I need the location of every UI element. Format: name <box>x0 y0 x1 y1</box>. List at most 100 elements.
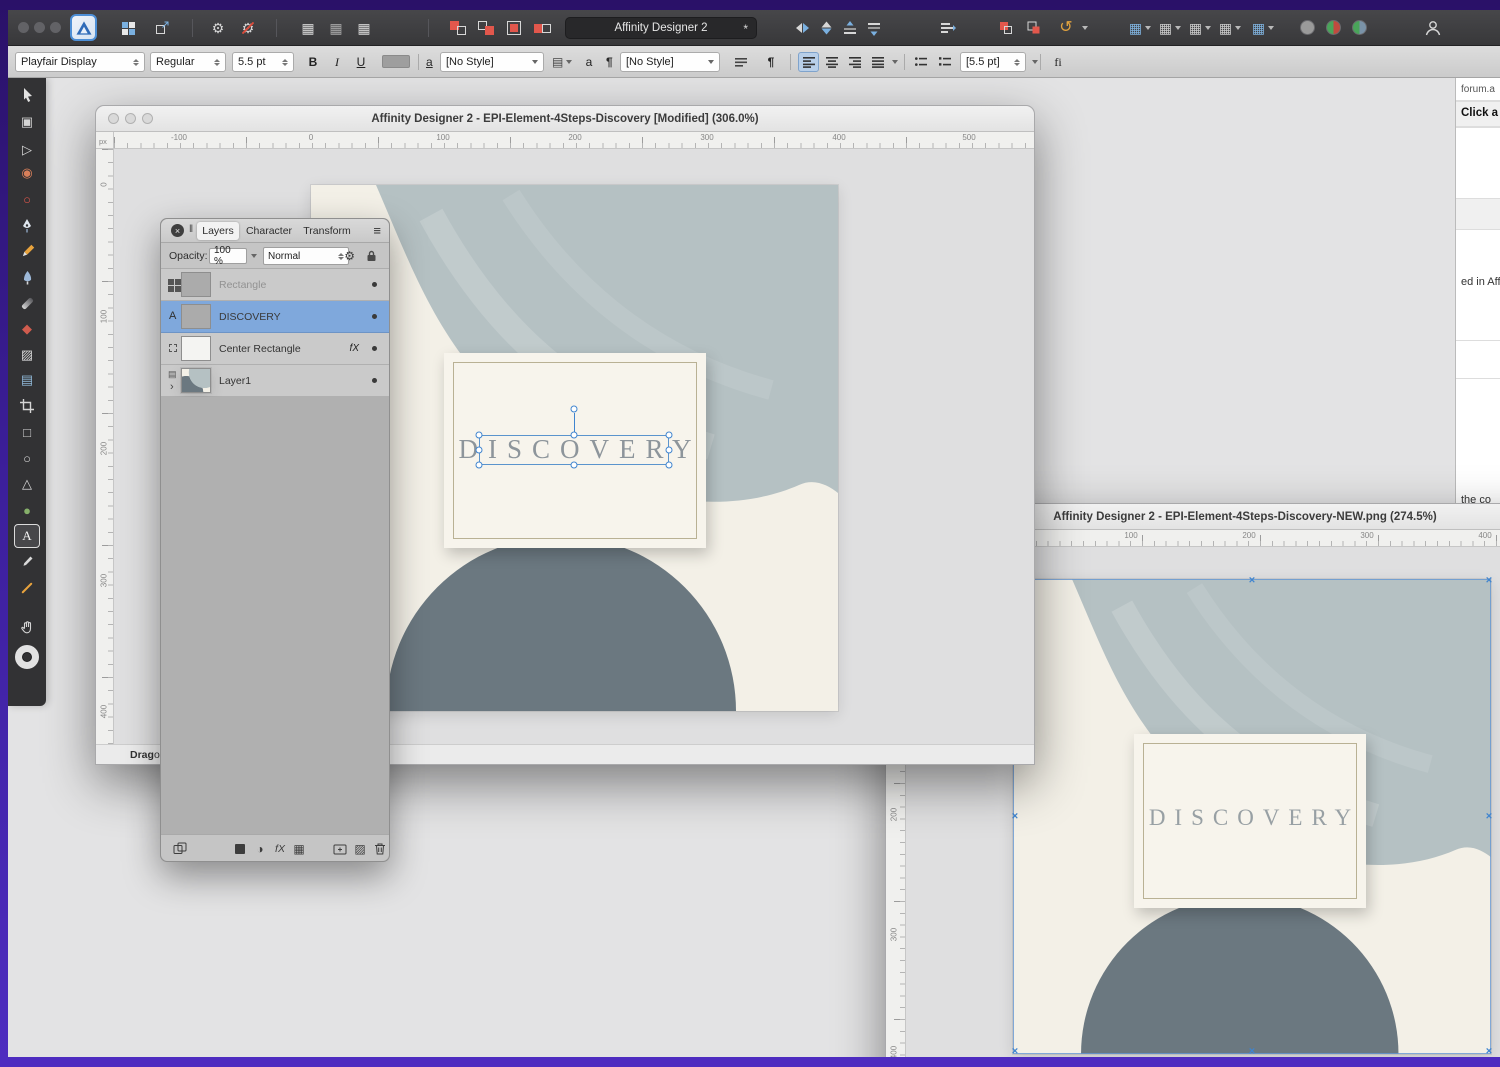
selection-handle[interactable] <box>571 462 578 469</box>
snap-option-icon-3[interactable]: ▦ <box>1215 17 1245 39</box>
selection-handle[interactable] <box>476 432 483 439</box>
insert-behind-icon[interactable] <box>446 17 470 39</box>
window-minimize-button[interactable] <box>125 113 136 124</box>
selection-handle[interactable] <box>476 447 483 454</box>
text-color-swatch[interactable] <box>382 55 410 68</box>
custom-shape-tool[interactable]: ● <box>14 498 40 522</box>
affinity-designer-app-icon[interactable] <box>70 14 97 41</box>
layer-name[interactable]: Layer1 <box>219 365 251 397</box>
layer-name[interactable]: Center Rectangle <box>219 333 301 365</box>
snapping-options-gear-icon[interactable]: ⚙ <box>236 17 260 39</box>
bold-button[interactable]: B <box>302 52 324 72</box>
layer-row-rectangle[interactable]: Rectangle <box>161 269 389 301</box>
layer-settings-gear-icon[interactable]: ⚙ <box>344 249 355 263</box>
font-style-select[interactable]: Regular <box>150 52 226 72</box>
ellipse-tool[interactable]: ○ <box>14 446 40 470</box>
move-backward-icon[interactable] <box>862 17 886 39</box>
point-transform-tool[interactable]: ◉ <box>14 161 40 185</box>
color-profile-gray-icon[interactable] <box>1300 20 1315 35</box>
color-wheel[interactable] <box>14 643 40 671</box>
justify-options-caret-icon[interactable] <box>892 60 898 64</box>
selection-handle[interactable] <box>666 432 673 439</box>
layer-row-discovery[interactable]: A DISCOVERY <box>161 301 389 333</box>
artistic-text-tool[interactable]: A <box>14 524 40 548</box>
text-selection-box[interactable] <box>479 435 669 465</box>
rotate-grid-icon[interactable]: ▦ <box>352 17 376 39</box>
tab-character[interactable]: Character <box>241 222 297 240</box>
vector-crop-tool[interactable] <box>14 394 40 418</box>
layer-thumbnail[interactable] <box>181 304 211 329</box>
align-center-button[interactable] <box>821 52 842 72</box>
preferences-gear-icon[interactable]: ⚙ <box>206 17 230 39</box>
layer-visibility-dot[interactable] <box>372 346 377 351</box>
mask-layer-button[interactable]: ▨ <box>351 840 369 857</box>
font-size-input[interactable]: 5.5 pt <box>232 52 294 72</box>
transparency-tool[interactable]: ▨ <box>14 343 40 367</box>
numbered-list-button[interactable] <box>934 52 956 72</box>
triangle-tool[interactable]: △ <box>14 472 40 496</box>
browser-link-fragment[interactable]: Click a <box>1461 107 1498 119</box>
snapping-toggle-icon[interactable]: ▦ <box>1125 17 1155 39</box>
layer-name[interactable]: DISCOVERY <box>219 301 281 333</box>
selection-handle[interactable]: × <box>1486 812 1492 823</box>
italic-button[interactable]: I <box>326 52 348 72</box>
text-ruler-button[interactable] <box>730 52 752 72</box>
document-switcher[interactable]: Affinity Designer 2 * <box>565 17 757 39</box>
rectangle-tool[interactable]: □ <box>14 420 40 444</box>
layer-fx-badge[interactable]: fX <box>350 343 359 354</box>
flip-vertical-icon[interactable] <box>814 17 838 39</box>
artboard-tool[interactable]: ▣ <box>14 110 40 134</box>
character-style-select[interactable]: [No Style] <box>440 52 544 72</box>
place-image-tool[interactable]: ▤ <box>14 368 40 392</box>
color-profile-green-red-icon[interactable] <box>1326 20 1341 35</box>
expand-chevron-icon[interactable]: › <box>170 381 174 393</box>
pen-tool[interactable] <box>14 213 40 237</box>
show-invisibles-button[interactable]: ¶ <box>760 52 782 72</box>
export-persona-icon[interactable] <box>150 17 174 39</box>
layer-thumbnail[interactable] <box>181 336 211 361</box>
adjustment-button[interactable]: ◑ <box>251 840 269 857</box>
panel-menu-icon[interactable]: ≡ <box>373 223 381 238</box>
font-family-select[interactable]: Playfair Display <box>15 52 145 72</box>
align-justify-button[interactable] <box>867 52 888 72</box>
delete-layer-button[interactable] <box>371 840 389 857</box>
fill-gradient-tool[interactable] <box>14 291 40 315</box>
color-profile-green-blue-icon[interactable] <box>1352 20 1367 35</box>
rotation-handle[interactable] <box>571 406 578 413</box>
window-titlebar[interactable]: Affinity Designer 2 - EPI-Element-4Steps… <box>96 106 1034 132</box>
pixel-brush-tool[interactable]: ◆ <box>14 317 40 341</box>
selection-handle[interactable] <box>666 447 673 454</box>
layer-visibility-dot[interactable] <box>372 282 377 287</box>
history-dropdown-caret-icon[interactable] <box>1082 26 1088 30</box>
opacity-caret-icon[interactable] <box>251 254 257 258</box>
panel-pin-icon[interactable]: ‖ <box>189 224 193 235</box>
tab-layers[interactable]: Layers <box>197 222 239 240</box>
flip-horizontal-icon[interactable] <box>790 17 814 39</box>
snap-option-icon-2[interactable]: ▦ <box>1185 17 1215 39</box>
align-left-button[interactable] <box>798 52 819 72</box>
selection-handle[interactable] <box>571 432 578 439</box>
vector-brush-tool[interactable] <box>14 265 40 289</box>
window-minimize-button[interactable] <box>34 22 45 33</box>
layer-visibility-dot[interactable] <box>372 314 377 319</box>
arrange-back-icon[interactable] <box>1022 17 1046 39</box>
window-close-button[interactable] <box>18 22 29 33</box>
leading-select[interactable]: [5.5 pt] <box>960 52 1026 72</box>
layer-effects-button[interactable]: fX <box>271 840 289 857</box>
selection-handle[interactable]: × <box>1249 576 1255 587</box>
layer-row-layer1[interactable]: ▤ › Layer1 <box>161 365 389 397</box>
pencil-tool[interactable] <box>14 239 40 263</box>
opacity-input[interactable]: 100 % <box>209 248 247 264</box>
bullet-list-button[interactable] <box>910 52 932 72</box>
layer-thumbnail[interactable] <box>181 368 211 393</box>
show-character-button[interactable]: a <box>580 52 598 72</box>
tab-transform[interactable]: Transform <box>297 222 357 240</box>
paragraph-style-select[interactable]: [No Style] <box>620 52 720 72</box>
artwork-canvas[interactable]: DISCOVERY <box>311 185 838 711</box>
measure-tool[interactable] <box>14 576 40 600</box>
snap-option-icon-1[interactable]: ▦ <box>1155 17 1185 39</box>
blend-mode-select[interactable]: Normal <box>263 247 349 265</box>
insert-in-front-icon[interactable] <box>474 17 498 39</box>
panel-close-icon[interactable]: × <box>171 224 184 237</box>
contour-tool[interactable]: ○ <box>14 187 40 211</box>
